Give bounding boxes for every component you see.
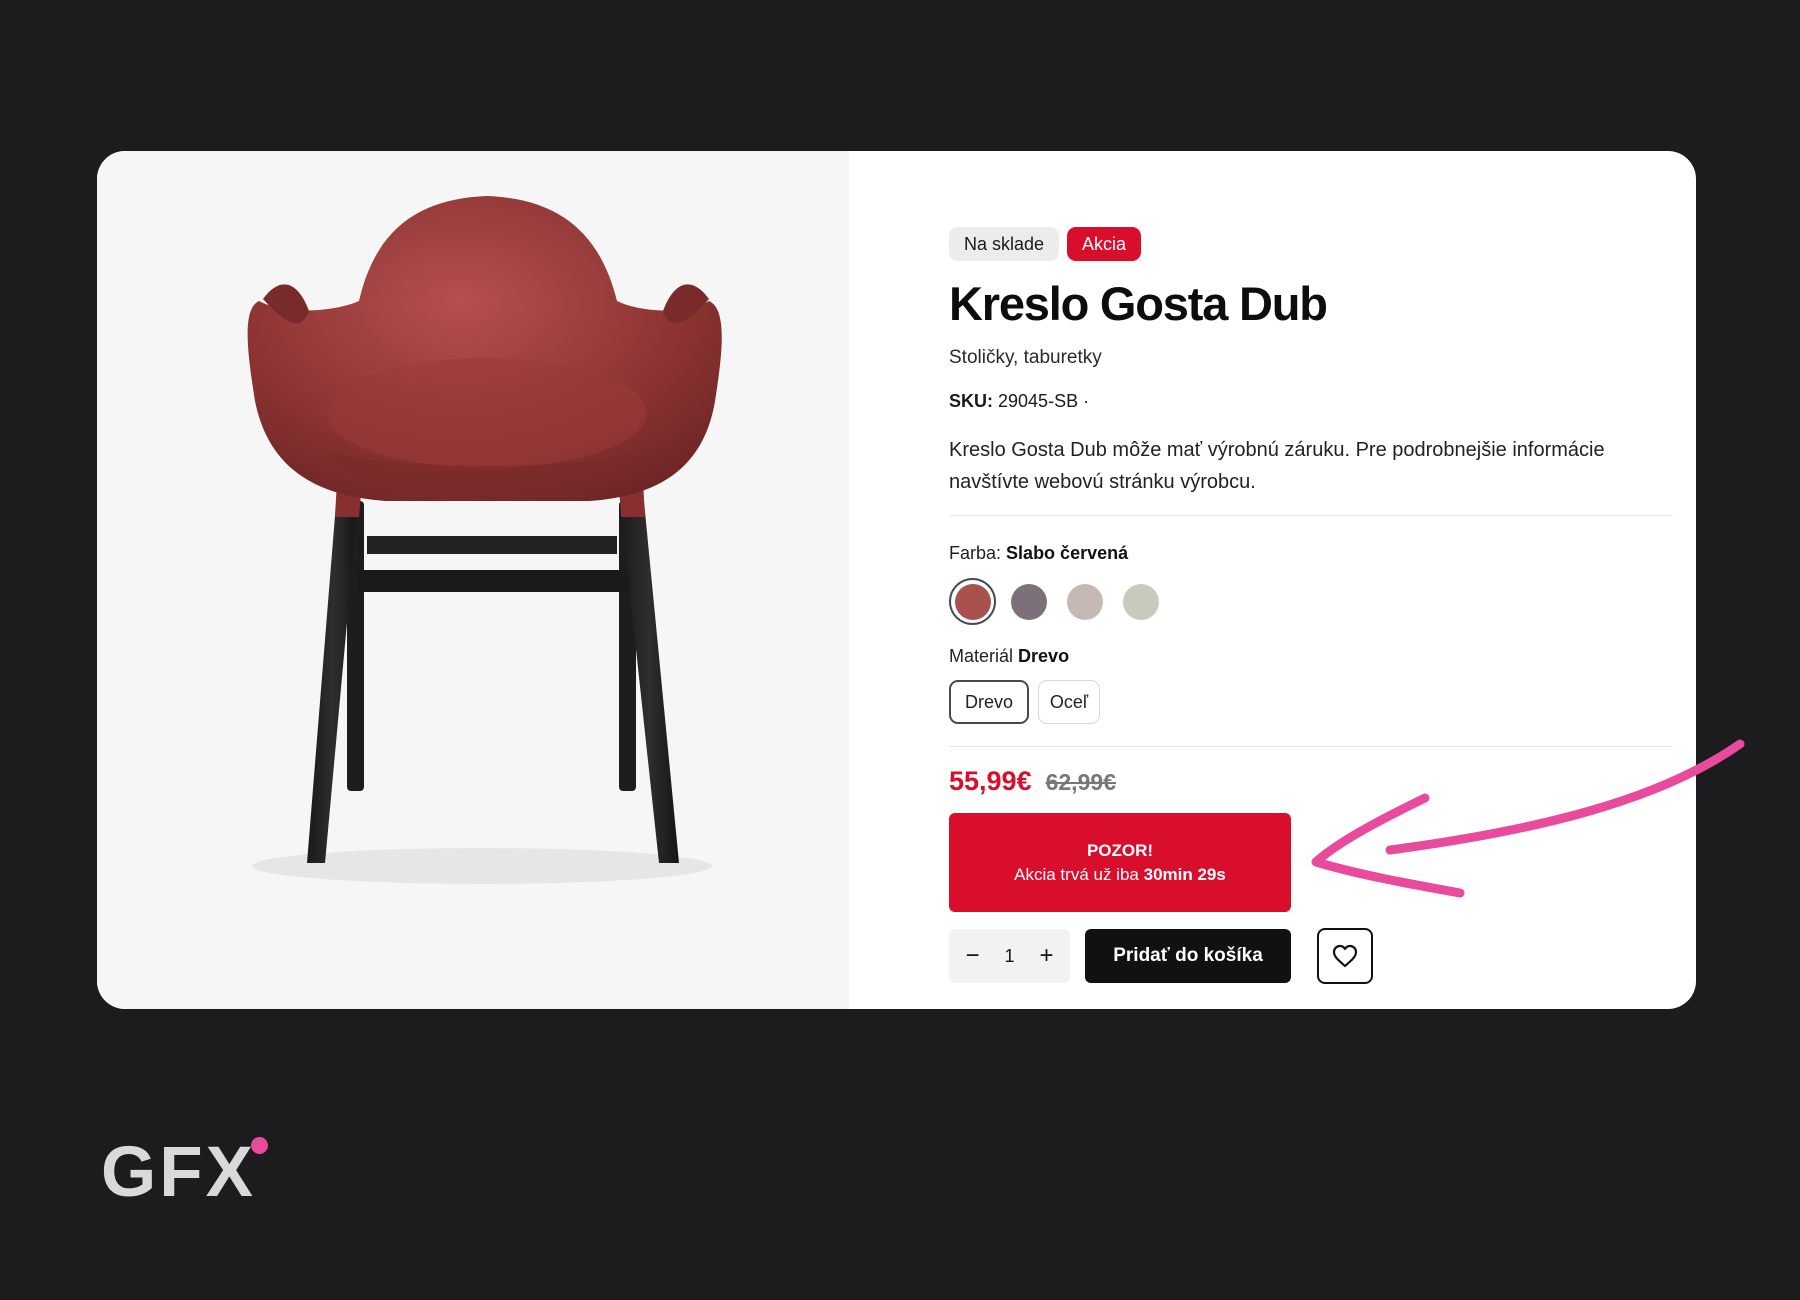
logo-dot bbox=[251, 1137, 268, 1154]
stage: Na sklade Akcia Kreslo Gosta Dub Stoličk… bbox=[0, 0, 1800, 1300]
brand-logo: GFX bbox=[101, 1137, 268, 1208]
logo-text: GFX bbox=[101, 1133, 256, 1212]
annotation-arrow bbox=[1311, 739, 1745, 898]
